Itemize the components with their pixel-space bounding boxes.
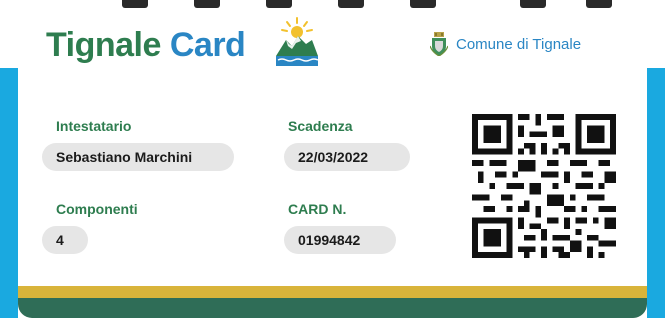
expiry-label: Scadenza [288, 118, 353, 134]
left-blue-border [0, 68, 18, 318]
yellow-stripe [18, 286, 647, 298]
top-decoration [410, 0, 436, 8]
top-decoration [586, 0, 612, 8]
top-decoration [266, 0, 292, 8]
members-value: 4 [42, 226, 88, 254]
green-stripe [18, 298, 647, 318]
top-decoration [520, 0, 546, 8]
mountain-sun-logo [276, 17, 319, 66]
top-decoration [194, 0, 220, 8]
holder-value: Sebastiano Marchini [42, 143, 234, 171]
top-decoration [122, 0, 148, 8]
holder-label: Intestatario [56, 118, 132, 134]
tignale-card: Tignale Card Comune di Tignale Intestata [18, 0, 647, 318]
top-decoration [338, 0, 364, 8]
card-title: Tignale Card [46, 26, 246, 65]
expiry-value: 22/03/2022 [284, 143, 410, 171]
cardno-value: 01994842 [284, 226, 396, 254]
municipal-crest-icon [430, 32, 448, 56]
municipality-name: Comune di Tignale [456, 35, 582, 53]
right-blue-border [647, 68, 665, 318]
cardno-label: CARD N. [288, 201, 347, 217]
title-part-tignale: Tignale [46, 26, 161, 64]
title-part-card: Card [169, 26, 246, 64]
members-label: Componenti [56, 201, 138, 217]
municipality: Comune di Tignale [430, 32, 581, 56]
qr-code [472, 114, 616, 258]
